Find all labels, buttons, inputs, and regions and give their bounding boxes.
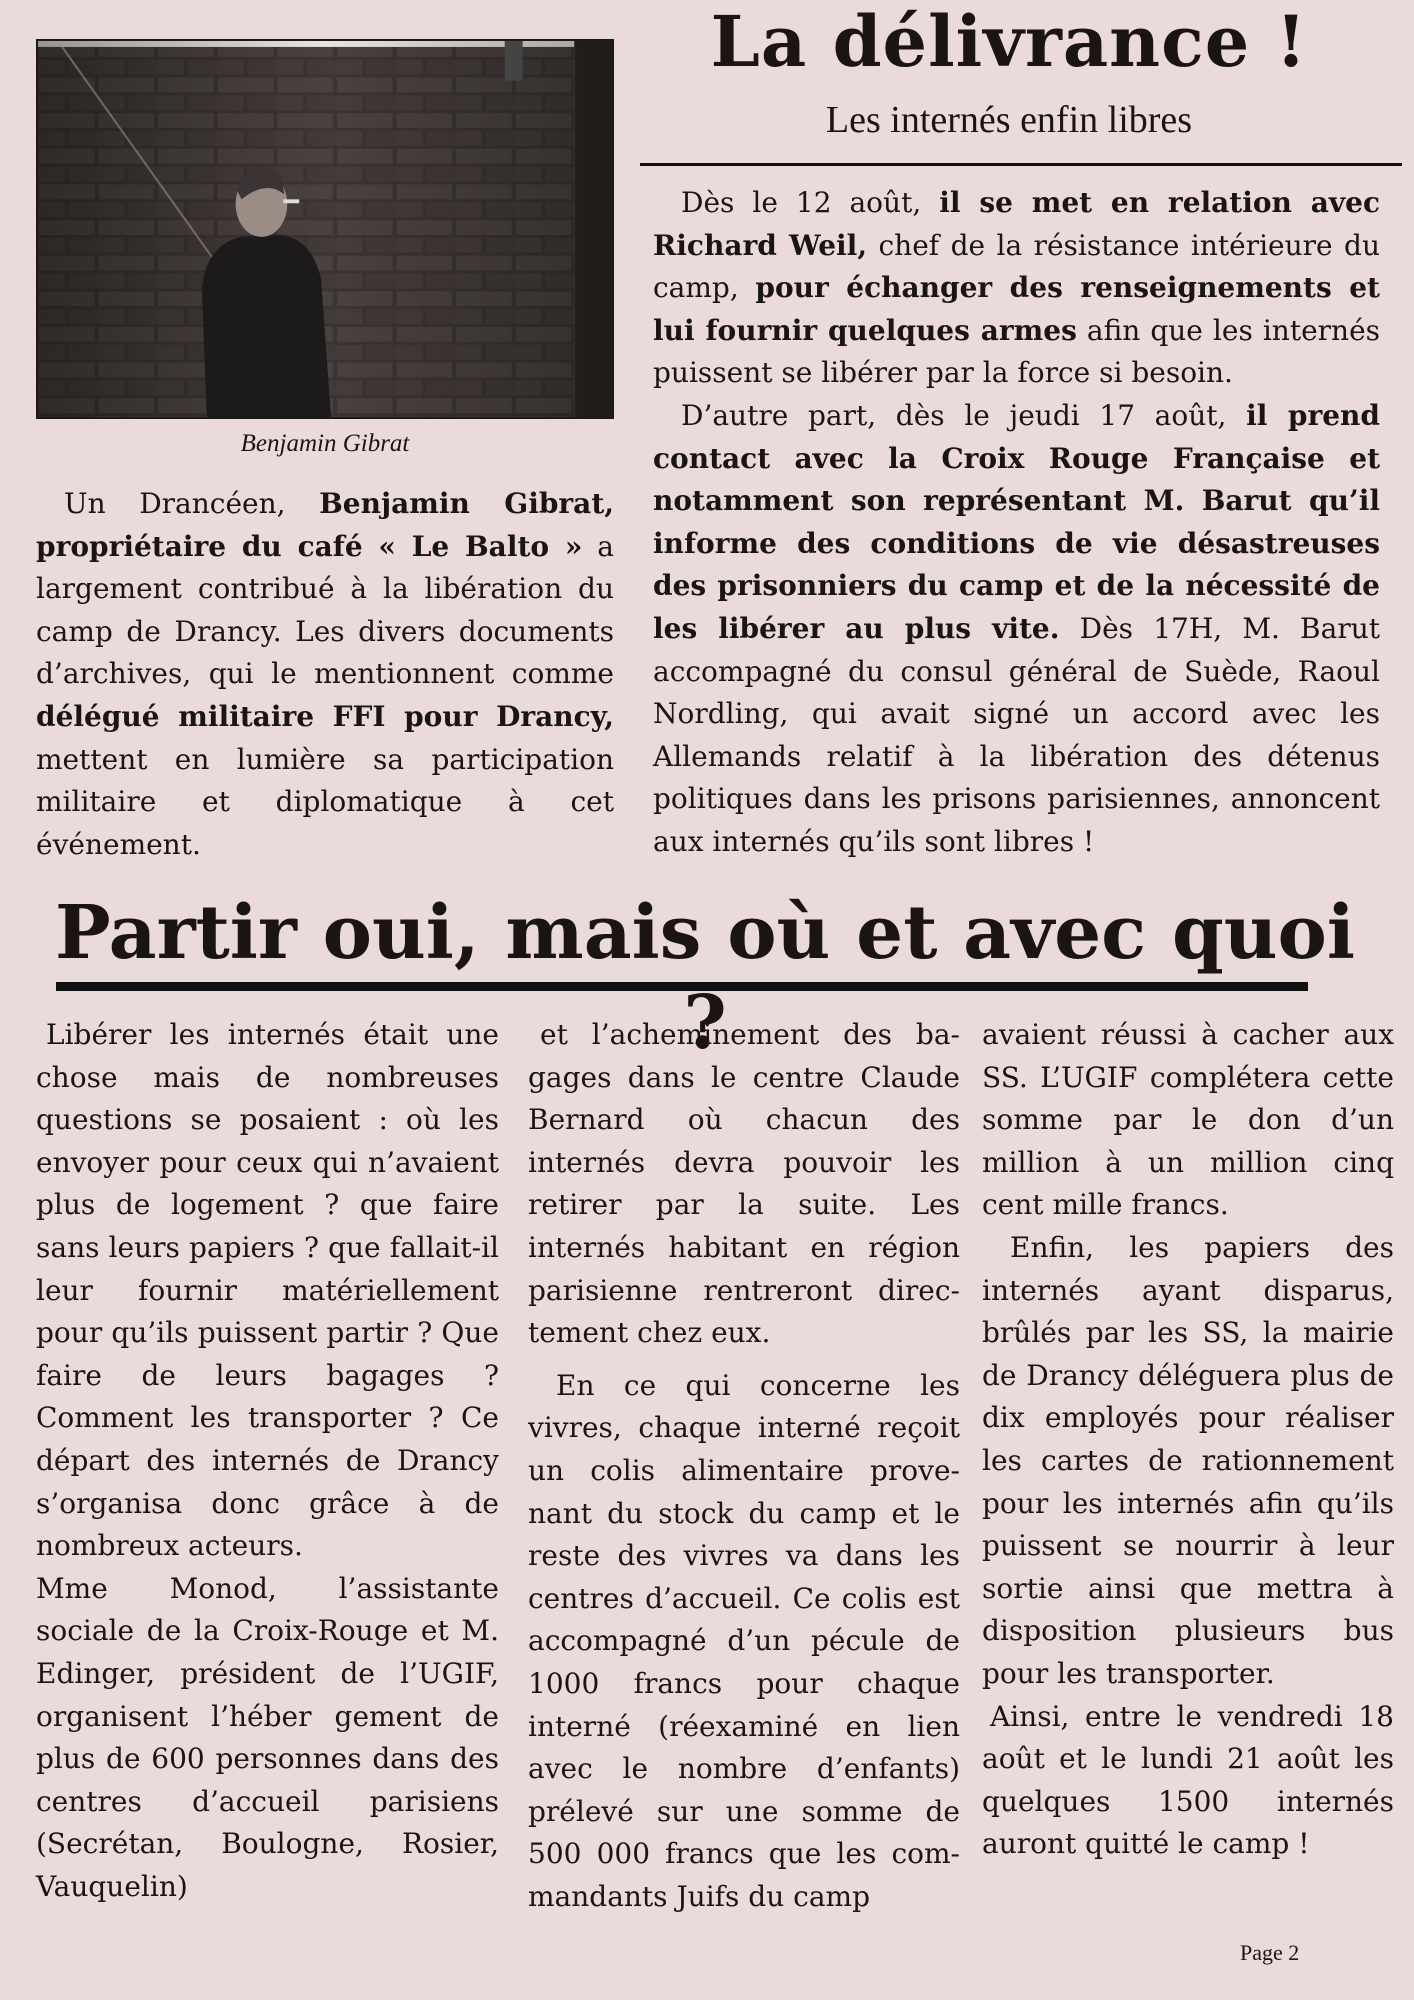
right-text-4: D’autre part, dès le jeudi 17 août, <box>681 398 1247 432</box>
right-paragraph-1: Dès le 12 août, il se met en relation av… <box>653 182 1380 395</box>
col3-paragraph-3: Ainsi, entre le vendredi 18 août et le l… <box>982 1699 1394 1861</box>
col3-paragraph-2: Enfin, les papiers des internés ayant di… <box>982 1230 1394 1690</box>
headline-delivrance: La délivrance ! <box>710 0 1308 83</box>
intro-bold-2: délégué militaire FFI pour Drancy, <box>36 699 614 733</box>
headline-rule <box>640 163 1402 166</box>
col3-paragraph-1: avaient réussi à cacher aux SS. L’UGIF c… <box>982 1018 1394 1222</box>
intro-paragraph: Un Drancéen, Benjamin Gibrat, propriétai… <box>36 483 614 866</box>
photo-benjamin-gibrat <box>36 39 614 419</box>
page-number: Page 2 <box>1240 1940 1300 1965</box>
right-paragraph-2: D’autre part, dès le jeudi 17 août, il p… <box>653 395 1380 864</box>
column-3: avaient réussi à cacher aux SS. L’UGIF c… <box>982 1014 1394 1866</box>
right-text-1: Dès le 12 août, <box>681 186 940 219</box>
headline-partir-rule <box>56 982 1308 991</box>
right-text-5: Dès 17H, M. Barut accompagné du consul g… <box>653 611 1380 858</box>
photo-image <box>38 41 612 417</box>
right-bold-3: il prend contact avec la Croix Rouge Fra… <box>653 398 1380 645</box>
column-1: Libérer les internés était une chose mai… <box>36 1014 499 1908</box>
right-column: Dès le 12 août, il se met en relation av… <box>653 182 1380 864</box>
col2-paragraph-2: En ce qui concerne les vivres, chaque in… <box>528 1368 960 1913</box>
intro-text-1: Un Drancéen, <box>64 487 320 520</box>
column-2: et l’acheminement des ba-gages dans le c… <box>528 1014 960 1918</box>
col2-paragraph-1: et l’acheminement des ba-gages dans le c… <box>528 1018 960 1350</box>
headline-subtitle: Les internés enfin libres <box>825 99 1193 141</box>
photo-caption: Benjamin Gibrat <box>240 430 410 457</box>
col1-paragraph-2: Mme Monod, l’assistante sociale de la Cr… <box>36 1571 499 1903</box>
intro-text-3: mettent en lumière sa participation mili… <box>36 742 614 861</box>
col1-paragraph-1: Libérer les internés était une chose mai… <box>36 1018 499 1563</box>
